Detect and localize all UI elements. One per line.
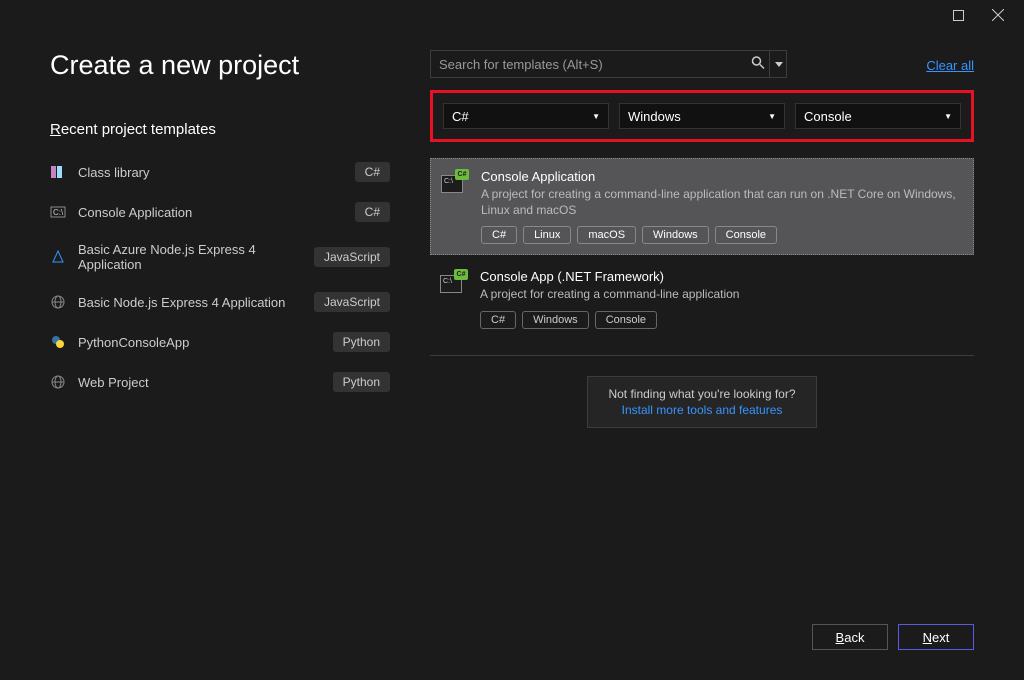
template-description: A project for creating a command-line ap…	[480, 286, 964, 302]
template-tag: Linux	[523, 226, 571, 244]
web-icon	[50, 374, 66, 390]
not-finding-text: Not finding what you're looking for?	[608, 387, 795, 401]
page-title: Create a new project	[50, 50, 390, 81]
platform-filter[interactable]: Windows ▼	[619, 103, 785, 129]
language-badge: C#	[355, 202, 390, 222]
clear-all-link[interactable]: Clear all	[926, 58, 974, 73]
recent-item-class-library[interactable]: Class library C#	[50, 156, 390, 188]
recent-item-label: Basic Node.js Express 4 Application	[78, 295, 302, 310]
language-filter[interactable]: C# ▼	[443, 103, 609, 129]
template-description: A project for creating a command-line ap…	[481, 186, 963, 218]
template-tag: Console	[595, 311, 657, 329]
azure-icon	[50, 249, 66, 265]
platform-filter-value: Windows	[628, 109, 681, 124]
language-badge: JavaScript	[314, 292, 390, 312]
template-tag: macOS	[577, 226, 636, 244]
template-tag: Windows	[642, 226, 709, 244]
filter-highlight-box: C# ▼ Windows ▼ Console ▼	[430, 90, 974, 142]
recent-item-azure-node[interactable]: Basic Azure Node.js Express 4 Applicatio…	[50, 236, 390, 278]
csharp-console-icon: C:\ C#	[441, 171, 467, 195]
chevron-down-icon: ▼	[768, 112, 776, 121]
template-tag: C#	[481, 226, 517, 244]
not-finding-box: Not finding what you're looking for? Ins…	[587, 376, 816, 428]
template-tag: C#	[480, 311, 516, 329]
close-icon[interactable]	[988, 5, 1008, 25]
csharp-console-icon: C:\ C#	[440, 271, 466, 295]
template-title: Console App (.NET Framework)	[480, 269, 964, 284]
language-badge: Python	[333, 332, 390, 352]
search-input[interactable]	[430, 50, 787, 78]
language-filter-value: C#	[452, 109, 469, 124]
svg-text:C:\: C:\	[53, 208, 64, 217]
template-tag: Windows	[522, 311, 589, 329]
template-list: C:\ C# Console Application A project for…	[430, 158, 974, 356]
recent-item-python-console[interactable]: PythonConsoleApp Python	[50, 326, 390, 358]
recent-item-web-project[interactable]: Web Project Python	[50, 366, 390, 398]
template-title: Console Application	[481, 169, 963, 184]
chevron-down-icon: ▼	[944, 112, 952, 121]
language-badge: C#	[355, 162, 390, 182]
language-badge: JavaScript	[314, 247, 390, 267]
recent-item-console-app[interactable]: C:\ Console Application C#	[50, 196, 390, 228]
recent-heading: Recent project templates	[50, 121, 390, 138]
next-button[interactable]: Next	[898, 624, 974, 650]
recent-item-label: Console Application	[78, 205, 343, 220]
chevron-down-icon: ▼	[592, 112, 600, 121]
project-type-filter-value: Console	[804, 109, 852, 124]
console-icon: C:\	[50, 204, 66, 220]
python-icon	[50, 334, 66, 350]
template-item-console-application[interactable]: C:\ C# Console Application A project for…	[430, 158, 974, 255]
web-icon	[50, 294, 66, 310]
template-item-console-app-net-framework[interactable]: C:\ C# Console App (.NET Framework) A pr…	[430, 259, 974, 338]
recent-item-label: Class library	[78, 165, 343, 180]
install-tools-link[interactable]: Install more tools and features	[608, 403, 795, 417]
template-tag: Console	[715, 226, 777, 244]
recent-item-label: Web Project	[78, 375, 321, 390]
class-library-icon	[50, 164, 66, 180]
project-type-filter[interactable]: Console ▼	[795, 103, 961, 129]
restore-icon[interactable]	[948, 5, 968, 25]
language-badge: Python	[333, 372, 390, 392]
recent-item-label: Basic Azure Node.js Express 4 Applicatio…	[78, 242, 302, 272]
recent-item-node-express[interactable]: Basic Node.js Express 4 Application Java…	[50, 286, 390, 318]
search-dropdown-icon[interactable]	[769, 50, 787, 78]
recent-list: Class library C# C:\ Console Application…	[50, 156, 390, 398]
back-button[interactable]: Back	[812, 624, 888, 650]
recent-item-label: PythonConsoleApp	[78, 335, 321, 350]
